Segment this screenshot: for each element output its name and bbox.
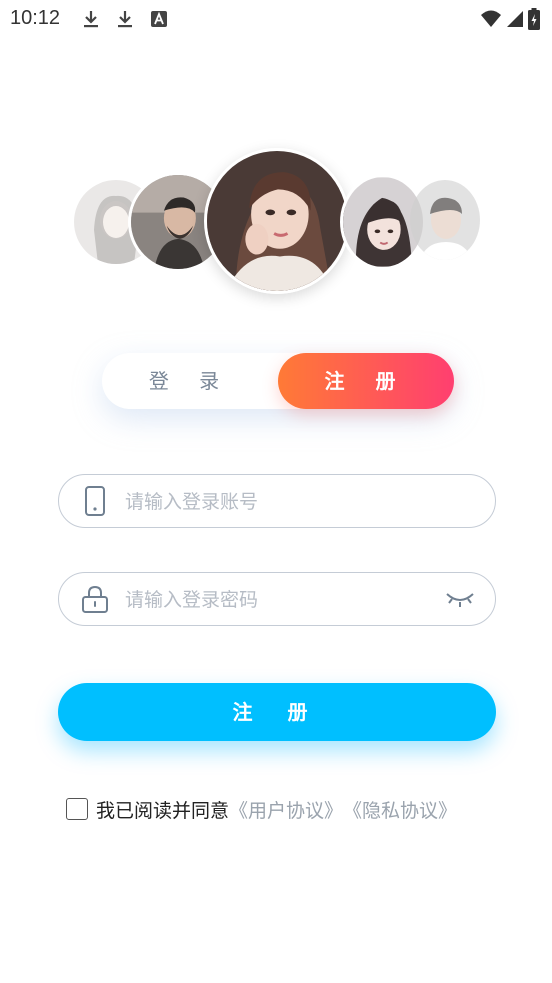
wifi-icon	[481, 10, 501, 27]
avatar	[204, 148, 350, 294]
tab-register[interactable]: 注 册	[278, 353, 454, 409]
text-a-icon	[151, 11, 167, 27]
download-icon	[84, 11, 98, 28]
phone-icon	[85, 486, 105, 516]
account-field[interactable]	[58, 474, 496, 529]
user-agreement-link[interactable]: 《用户协议》	[229, 796, 343, 823]
battery-charging-icon	[528, 8, 540, 30]
password-field[interactable]	[58, 572, 496, 627]
download-icon	[118, 11, 132, 28]
agreement-text: 我已阅读并同意	[96, 799, 230, 822]
signal-icon	[507, 11, 523, 27]
register-button[interactable]: 注 册	[58, 683, 496, 741]
agreement-row: 我已阅读并同意 《用户协议》 《隐私协议》	[66, 796, 457, 822]
tab-login[interactable]: 登 录	[102, 353, 278, 409]
avatar-group	[0, 140, 552, 310]
lock-icon	[82, 585, 108, 613]
auth-tab-switch: 登 录 注 册	[102, 353, 454, 409]
eye-closed-icon[interactable]	[445, 588, 475, 610]
avatar-man-faded-icon	[410, 180, 480, 260]
status-time: 10:12	[10, 7, 61, 29]
avatar-woman-center-icon	[207, 151, 347, 291]
avatar	[410, 180, 480, 260]
agreement-checkbox[interactable]	[66, 798, 88, 820]
status-bar: 10:12	[0, 0, 552, 38]
privacy-agreement-link[interactable]: 《隐私协议》	[343, 796, 457, 823]
account-input[interactable]	[123, 475, 437, 529]
password-input[interactable]	[123, 573, 437, 627]
